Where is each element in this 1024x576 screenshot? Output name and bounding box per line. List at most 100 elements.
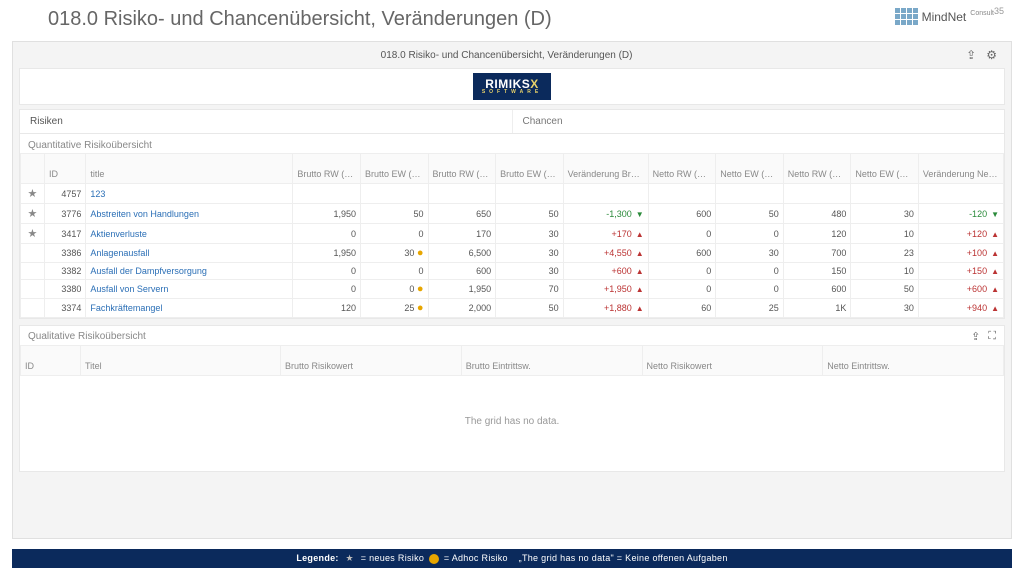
cell-title-link[interactable]: Ausfall der Dampfversorgung: [86, 263, 293, 280]
cell: 600: [648, 244, 716, 263]
cell-delta: [918, 184, 1003, 204]
cell: 120: [293, 299, 361, 318]
qcol-ne[interactable]: Netto Eintrittsw.: [823, 346, 1004, 376]
cell-title-link[interactable]: Ausfall von Servern: [86, 280, 293, 299]
cell: 30: [851, 204, 919, 224]
table-row[interactable]: 3386Anlagenausfall1,95030 ●6,50030+4,550…: [21, 244, 1004, 263]
star-icon: [21, 299, 45, 318]
cell: 1K: [783, 299, 851, 318]
cell: 10: [851, 224, 919, 244]
cell: [428, 184, 496, 204]
table-row[interactable]: 3374Fachkräftemangel12025 ●2,00050+1,880…: [21, 299, 1004, 318]
cell: 170: [428, 224, 496, 244]
col-nrw-aj[interactable]: Netto RW (T€) akt. Jahr: [783, 154, 851, 184]
cell-id: 3417: [44, 224, 85, 244]
cell: 23: [851, 244, 919, 263]
star-icon: ★: [21, 184, 45, 204]
cell: 600: [783, 280, 851, 299]
page-number: 35: [994, 6, 1004, 16]
col-d-nrw[interactable]: Veränderung Netto RW (T€): [918, 154, 1003, 184]
qual-title: Qualitative Risikoübersicht: [28, 331, 146, 342]
cell: 0: [360, 263, 428, 280]
table-row[interactable]: 3382Ausfall der Dampfversorgung0060030+6…: [21, 263, 1004, 280]
brand-name: MindNet: [922, 10, 967, 24]
product-logo-row: RIMIKSXSOFTWARE: [19, 68, 1005, 105]
cell-delta: -120: [918, 204, 1003, 224]
cell-title-link[interactable]: 123: [86, 184, 293, 204]
legend-adhoc: = Adhoc Risiko: [444, 553, 508, 563]
qcol-br[interactable]: Brutto Risikowert: [281, 346, 462, 376]
cell: 25 ●: [360, 299, 428, 318]
cell: 2,000: [428, 299, 496, 318]
cell-title-link[interactable]: Fachkräftemangel: [86, 299, 293, 318]
tab-chancen[interactable]: Chancen: [512, 110, 1005, 133]
col-id[interactable]: ID: [44, 154, 85, 184]
expand-icon[interactable]: ⛶: [988, 330, 996, 343]
qcol-titel[interactable]: Titel: [81, 346, 281, 376]
cell-id: 3380: [44, 280, 85, 299]
cell: 0: [716, 280, 784, 299]
cell: 30: [716, 244, 784, 263]
cell-title-link[interactable]: Anlagenausfall: [86, 244, 293, 263]
cell: 480: [783, 204, 851, 224]
col-bew-aj[interactable]: Brutto EW (%) akt. Jahr: [496, 154, 564, 184]
legend-star-icon: ★: [346, 553, 354, 563]
share-icon[interactable]: ⇪: [966, 48, 976, 62]
cell: 1,950: [428, 280, 496, 299]
cell-delta: +170: [563, 224, 648, 244]
legend-bar: Legende: ★ = neues Risiko = Adhoc Risiko…: [12, 549, 1012, 568]
col-title[interactable]: title: [86, 154, 293, 184]
cell-id: 3374: [44, 299, 85, 318]
star-icon: ★: [21, 204, 45, 224]
cell-delta: +4,550: [563, 244, 648, 263]
quant-section: Quantitative Risikoübersicht ID title Br…: [19, 133, 1005, 319]
qual-table: ID Titel Brutto Risikowert Brutto Eintri…: [20, 345, 1004, 376]
cell: 1,950: [293, 244, 361, 263]
cell: 30 ●: [360, 244, 428, 263]
tab-risiken[interactable]: Risiken: [20, 110, 512, 133]
col-brw-vj[interactable]: Brutto RW (T€) Vj.: [293, 154, 361, 184]
qcol-nr[interactable]: Netto Risikowert: [642, 346, 823, 376]
cell: 120: [783, 224, 851, 244]
cell: 70: [496, 280, 564, 299]
cell: 150: [783, 263, 851, 280]
export-icon[interactable]: ⇪: [971, 330, 980, 343]
cell: 50: [496, 299, 564, 318]
qcol-be[interactable]: Brutto Eintrittsw.: [461, 346, 642, 376]
warning-icon: ●: [417, 283, 424, 295]
col-brw-aj[interactable]: Brutto RW (T€) akt. Jahr: [428, 154, 496, 184]
table-row[interactable]: 3380Ausfall von Servern00 ●1,95070+1,950…: [21, 280, 1004, 299]
col-nrw-vj[interactable]: Netto RW (T€) Vj.: [648, 154, 716, 184]
col-d-brw[interactable]: Veränderung Brutto RW (T€): [563, 154, 648, 184]
cell: 30: [496, 263, 564, 280]
cell: 0: [360, 224, 428, 244]
cell-title-link[interactable]: Abstreiten von Handlungen: [86, 204, 293, 224]
legend-neues: = neues Risiko: [361, 553, 424, 563]
table-row[interactable]: ★3417Aktienverluste0017030+1700012010+12…: [21, 224, 1004, 244]
cell: [496, 184, 564, 204]
cell: 0 ●: [360, 280, 428, 299]
cell: [716, 184, 784, 204]
qual-section: Qualitative Risikoübersicht ⇪ ⛶ ID Titel…: [19, 325, 1005, 472]
table-row[interactable]: ★4757123: [21, 184, 1004, 204]
cell-id: 3386: [44, 244, 85, 263]
settings-icon[interactable]: ⚙: [986, 48, 997, 62]
cell: 700: [783, 244, 851, 263]
cell: 25: [716, 299, 784, 318]
cell-delta: +600: [563, 263, 648, 280]
col-new-vj[interactable]: Netto EW (%) Vj.: [716, 154, 784, 184]
cell: [783, 184, 851, 204]
col-new-aj[interactable]: Netto EW (%) akt. Jahr: [851, 154, 919, 184]
col-bew-vj[interactable]: Brutto EW (%) Vj.: [360, 154, 428, 184]
cell: 0: [293, 280, 361, 299]
qcol-id[interactable]: ID: [21, 346, 81, 376]
empty-message: The grid has no data.: [20, 376, 1004, 471]
cell: [851, 184, 919, 204]
cell-title-link[interactable]: Aktienverluste: [86, 224, 293, 244]
table-row[interactable]: ★3776Abstreiten von Handlungen1,95050650…: [21, 204, 1004, 224]
cell-delta: +600: [918, 280, 1003, 299]
cell: 1,950: [293, 204, 361, 224]
cell: 650: [428, 204, 496, 224]
cell-delta: [563, 184, 648, 204]
cell-delta: +100: [918, 244, 1003, 263]
